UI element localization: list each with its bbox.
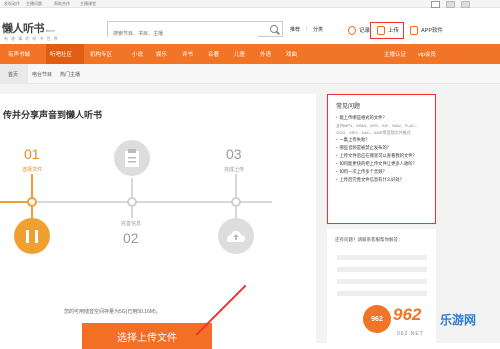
faq-panel: 常见问题 能上传哪些格式的文件？ 支持MP3、WMA、APE、AIF、WAV、F… — [327, 94, 436, 224]
subnav-item[interactable]: 电台节目 — [32, 71, 52, 78]
search-input[interactable] — [108, 27, 258, 41]
step-label: 完成上传 — [224, 167, 245, 173]
site-logo[interactable]: 懒人听书 lrts.me — [2, 20, 55, 36]
phone-icon — [410, 25, 418, 35]
faq-sub: OGG、MP2、AAC、AMR等音频文件格式 — [336, 130, 411, 135]
nav-item[interactable]: 小说 — [132, 50, 143, 58]
divider: | — [306, 26, 308, 32]
pin-icon[interactable] — [431, 0, 440, 8]
faq-item[interactable]: 能上传哪些格式的文件？ — [336, 114, 427, 122]
nav-item-active[interactable]: 听吧社区 — [50, 50, 72, 58]
slogan: 有 故 事 的 听 书 世 界 — [4, 36, 59, 41]
folder-icon — [14, 218, 50, 254]
storage-note: 您的可用储音空间存量为5G(已用50.16M)， — [64, 309, 161, 315]
faq-title: 常见问题 — [336, 104, 361, 110]
contact-text: 还有问题？请联系客服帮你解答： — [335, 237, 403, 242]
annotation-arrow — [195, 284, 247, 336]
step-connector — [31, 206, 33, 218]
search-button[interactable] — [266, 22, 282, 36]
nav-item[interactable]: 主播认证 — [384, 50, 406, 58]
step-connector — [131, 206, 133, 218]
nav-item[interactable]: 评书 — [182, 50, 193, 58]
watermark-text: 乐游网 — [440, 313, 477, 327]
step-number: 02 — [123, 230, 139, 246]
sub-nav: 首页 电台节目 热门主播 — [0, 64, 500, 84]
watermark-text: 962 — [393, 305, 422, 324]
upload-panel: 传并分享声音到懒人听书 01 选择文件 03 完成上传 完善信息 02 您的可用… — [0, 94, 316, 349]
nav-item[interactable]: 戏曲 — [286, 50, 297, 58]
user-icon[interactable] — [461, 0, 470, 8]
nav-item[interactable]: 有声书城 — [8, 50, 30, 58]
step-connector — [235, 206, 237, 218]
app-button[interactable]: APP软件 — [410, 20, 443, 40]
faq-item[interactable]: 上传后完善文件信息有什么好处？ — [336, 176, 427, 184]
placeholder-bar — [337, 291, 427, 296]
nav-item[interactable]: 外语 — [260, 50, 271, 58]
select-upload-file-button[interactable]: 选择上传文件 — [82, 323, 212, 349]
topbar-link[interactable]: 主播课堂 — [80, 1, 96, 7]
faq-item[interactable]: 哪些音频是被禁止发布的？ — [336, 144, 427, 152]
step-number: 03 — [226, 146, 242, 162]
upload-icon — [377, 25, 385, 35]
recommend-link[interactable]: 推荐 — [290, 26, 300, 33]
placeholder-bar — [337, 255, 427, 260]
search-icon — [270, 25, 278, 33]
document-icon — [114, 140, 150, 176]
subnav-item[interactable]: 首页 — [8, 71, 18, 78]
nav-item[interactable]: 娱乐 — [156, 50, 167, 58]
record-button[interactable]: 记录 — [348, 20, 370, 40]
placeholder-bar — [337, 279, 427, 284]
faq-sub: 支持MP3、WMA、APE、AIF、WAV、FLAC、 — [336, 123, 420, 128]
topbar-link[interactable]: 帮助合作 — [54, 1, 70, 7]
subnav-item[interactable]: 热门主播 — [60, 71, 80, 78]
topbar-link[interactable]: 主播问题 — [26, 1, 42, 7]
watermark: 962 962 乐游网 962.NET — [363, 297, 499, 343]
faq-item[interactable]: 如何能更快的把上传文件让更多人收听？ — [336, 160, 427, 168]
main-nav: 有声书城 听吧社区 机构专区 小说 娱乐 评书 名著 儿童 外语 戏曲 主播认证… — [0, 44, 500, 64]
upload-button[interactable]: 上传 — [377, 20, 399, 40]
step-label: 选择文件 — [22, 167, 43, 173]
top-bar: 发现动作 主播问题 帮助合作 主播课堂 — [0, 0, 500, 8]
search-box — [107, 21, 283, 41]
nav-item[interactable]: vip会员 — [418, 50, 436, 58]
clock-icon — [348, 25, 356, 35]
mail-icon[interactable] — [446, 0, 455, 8]
faq-item[interactable]: 上传文件后应在哪里可以查看我的文件？ — [336, 152, 427, 160]
nav-item[interactable]: 机构专区 — [90, 50, 112, 58]
watermark-badge: 962 — [363, 305, 391, 333]
faq-item[interactable]: 一集上传失败？ — [336, 136, 427, 144]
placeholder-bar — [337, 267, 427, 272]
page-title: 传并分享声音到懒人听书 — [3, 110, 103, 120]
faq-item[interactable]: 如何一次上传多个音频？ — [336, 168, 427, 176]
cloud-upload-icon — [218, 218, 254, 254]
category-link[interactable]: 分类 — [313, 26, 323, 33]
watermark-url: 962.NET — [397, 331, 424, 337]
topbar-link[interactable]: 发现动作 — [4, 1, 20, 7]
nav-item[interactable]: 儿童 — [234, 50, 245, 58]
step-number: 01 — [24, 146, 40, 162]
header: 懒人听书lrts.me 有 故 事 的 听 书 世 界 推荐 | 分类 记录 上… — [0, 8, 500, 44]
step-label: 完善信息 — [121, 221, 142, 227]
nav-item[interactable]: 名著 — [208, 50, 219, 58]
